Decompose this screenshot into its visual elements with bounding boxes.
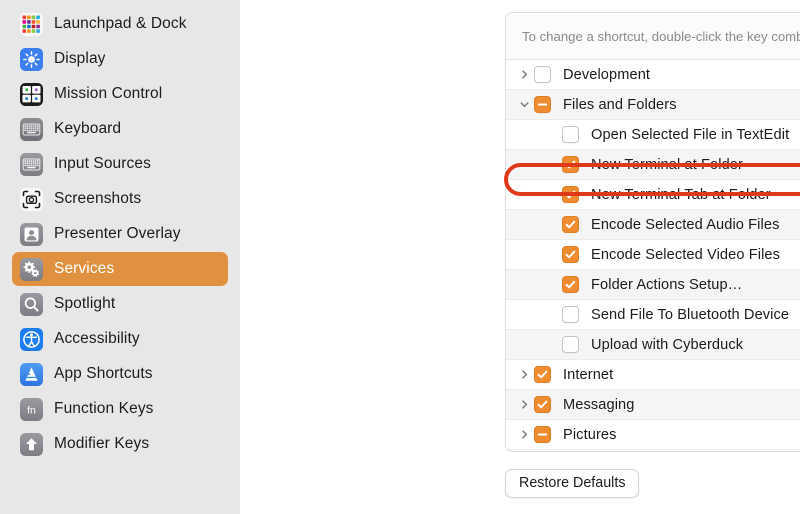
sidebar-item-label: Presenter Overlay <box>54 225 181 242</box>
services-icon <box>20 257 43 281</box>
shortcut-row-encode-selected-audio-files[interactable]: Encode Selected Audio Filesnone <box>506 210 800 241</box>
sidebar-item-label: Services <box>54 260 115 277</box>
sidebar: Launchpad & Dock Display Mission Control… <box>0 0 240 514</box>
chevron-right-icon[interactable] <box>514 69 534 80</box>
checkbox-pictures[interactable] <box>534 426 551 444</box>
checkbox-encode-selected-video-files[interactable] <box>562 246 579 264</box>
sidebar-item-label: Display <box>54 50 106 67</box>
shortcut-row-new-terminal-tab-at-folder[interactable]: New Terminal Tab at Foldernone <box>506 180 800 211</box>
sidebar-item-label: Screenshots <box>54 190 142 207</box>
launchpad-dock-icon <box>20 12 43 36</box>
presenter-overlay-icon <box>20 222 43 246</box>
sidebar-item-accessibility[interactable]: Accessibility <box>12 322 228 356</box>
row-label: New Terminal at Folder <box>591 156 743 173</box>
shortcut-group-row-messaging[interactable]: Messaging <box>506 390 800 421</box>
spotlight-icon <box>20 292 43 316</box>
mission-control-icon <box>20 82 43 106</box>
sidebar-item-launchpad-dock[interactable]: Launchpad & Dock <box>12 7 228 41</box>
row-label: Open Selected File in TextEdit <box>591 126 790 143</box>
input-sources-icon <box>20 152 43 176</box>
sidebar-item-label: Input Sources <box>54 155 151 172</box>
row-label: Messaging <box>563 396 635 413</box>
row-label: Development <box>563 66 651 83</box>
function-keys-icon: fn <box>20 397 43 421</box>
sidebar-item-label: Mission Control <box>54 85 163 102</box>
restore-defaults-button[interactable]: Restore Defaults <box>505 468 640 498</box>
row-label: Upload with Cyberduck <box>591 336 744 353</box>
sidebar-item-mission-control[interactable]: Mission Control <box>12 77 228 111</box>
sidebar-item-label: Modifier Keys <box>54 435 150 452</box>
row-label: Pictures <box>563 426 617 443</box>
sidebar-item-label: Spotlight <box>54 295 116 312</box>
settings-window: Launchpad & Dock Display Mission Control… <box>0 0 800 514</box>
sidebar-item-function-keys[interactable]: fn Function Keys <box>12 392 228 426</box>
row-label: Send File To Bluetooth Device <box>591 306 790 323</box>
shortcut-hint-text: To change a shortcut, double-click the k… <box>506 13 800 61</box>
checkbox-upload-with-cyberduck[interactable] <box>562 336 579 354</box>
checkbox-internet[interactable] <box>534 366 551 384</box>
shortcut-group-row-files-and-folders[interactable]: Files and Folders <box>506 90 800 121</box>
sidebar-item-display[interactable]: Display <box>12 42 228 76</box>
row-label: Encode Selected Video Files <box>591 246 781 263</box>
shortcut-group-row-development[interactable]: Development <box>506 60 800 91</box>
shortcut-row-send-file-to-bluetooth-device[interactable]: Send File To Bluetooth Device⇧⌘B <box>506 300 800 331</box>
chevron-right-icon[interactable] <box>514 429 534 440</box>
footer-buttons: Restore Defaults Done <box>505 468 800 498</box>
shortcut-row-encode-selected-video-files[interactable]: Encode Selected Video Filesnone <box>506 240 800 271</box>
display-icon <box>20 47 43 71</box>
checkbox-development[interactable] <box>534 66 551 84</box>
sidebar-item-label: Keyboard <box>54 120 122 137</box>
checkbox-messaging[interactable] <box>534 396 551 414</box>
chevron-down-icon[interactable] <box>514 99 534 110</box>
sidebar-item-label: Function Keys <box>54 400 154 417</box>
sidebar-item-app-shortcuts[interactable]: App Shortcuts <box>12 357 228 391</box>
sidebar-item-spotlight[interactable]: Spotlight <box>12 287 228 321</box>
chevron-right-icon[interactable] <box>514 369 534 380</box>
row-label: Encode Selected Audio Files <box>591 216 780 233</box>
checkbox-send-file-to-bluetooth-device[interactable] <box>562 306 579 324</box>
checkbox-new-terminal-at-folder[interactable] <box>562 156 579 174</box>
sidebar-item-keyboard[interactable]: Keyboard <box>12 112 228 146</box>
checkbox-new-terminal-tab-at-folder[interactable] <box>562 186 579 204</box>
shortcut-rows: Development Files and Folders Open Selecte… <box>506 60 800 451</box>
shortcut-row-new-terminal-at-folder[interactable]: New Terminal at Foldernone <box>506 150 800 181</box>
keyboard-icon <box>20 117 43 141</box>
checkbox-encode-selected-audio-files[interactable] <box>562 216 579 234</box>
checkbox-files-and-folders[interactable] <box>534 96 551 114</box>
sidebar-item-input-sources[interactable]: Input Sources <box>12 147 228 181</box>
sidebar-item-label: Launchpad & Dock <box>54 15 187 32</box>
row-label: Files and Folders <box>563 96 677 113</box>
sidebar-item-label: App Shortcuts <box>54 365 153 382</box>
sidebar-item-services[interactable]: Services <box>12 252 228 286</box>
modifier-keys-icon <box>20 432 43 456</box>
sidebar-item-screenshots[interactable]: Screenshots <box>12 182 228 216</box>
shortcut-row-open-selected-file-in-textedit[interactable]: Open Selected File in TextEditnone <box>506 120 800 151</box>
shortcut-row-upload-with-cyberduck[interactable]: Upload with Cyberducknone <box>506 330 800 361</box>
sidebar-item-presenter-overlay[interactable]: Presenter Overlay <box>12 217 228 251</box>
checkbox-folder-actions-setup[interactable] <box>562 276 579 294</box>
shortcut-group-row-pictures[interactable]: Pictures <box>506 420 800 451</box>
shortcut-row-folder-actions-setup[interactable]: Folder Actions Setup…none <box>506 270 800 301</box>
main-panel: To change a shortcut, double-click the k… <box>240 0 800 514</box>
shortcuts-listbox: To change a shortcut, double-click the k… <box>505 12 800 452</box>
shortcut-group-row-internet[interactable]: Internet <box>506 360 800 391</box>
sidebar-item-modifier-keys[interactable]: Modifier Keys <box>12 427 228 461</box>
app-shortcuts-icon <box>20 362 43 386</box>
accessibility-icon <box>20 327 43 351</box>
row-label: New Terminal Tab at Folder <box>591 186 771 203</box>
svg-text:fn: fn <box>27 404 36 416</box>
checkbox-open-selected-file-in-textedit[interactable] <box>562 126 579 144</box>
sidebar-item-label: Accessibility <box>54 330 140 347</box>
row-label: Folder Actions Setup… <box>591 276 743 293</box>
screenshots-icon <box>20 187 43 211</box>
row-label: Internet <box>563 366 614 383</box>
chevron-right-icon[interactable] <box>514 399 534 410</box>
